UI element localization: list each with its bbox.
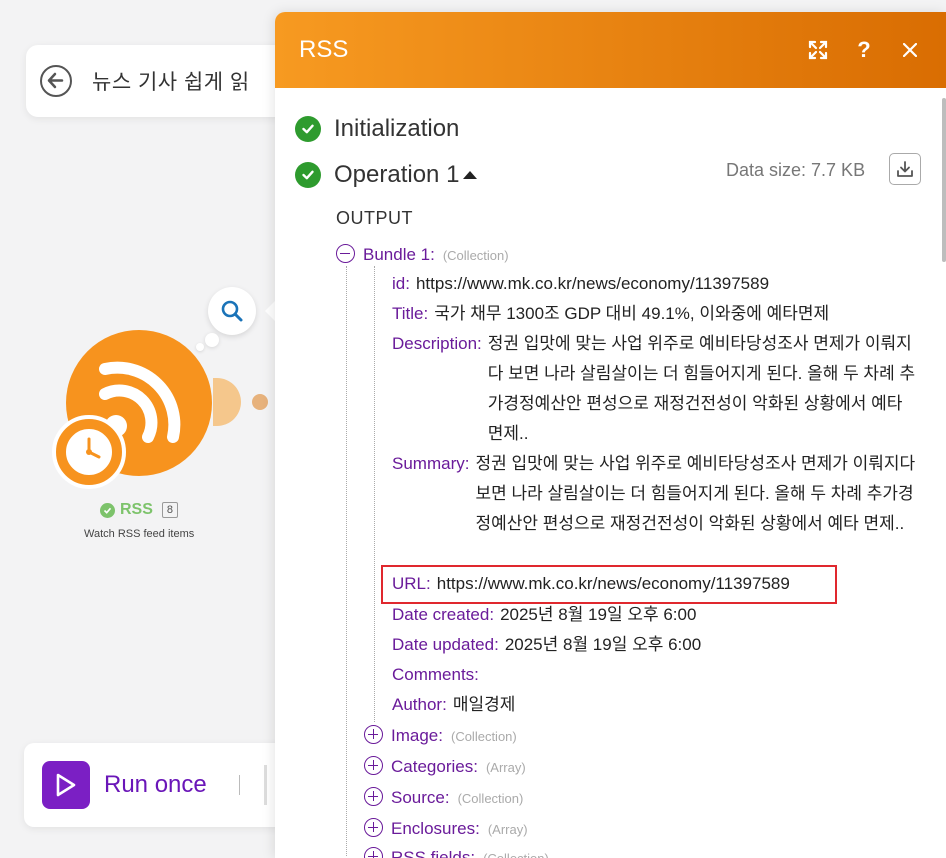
check-icon xyxy=(295,162,321,188)
module-label: RSS 8 xyxy=(100,501,179,519)
run-once-button[interactable] xyxy=(42,761,90,809)
field-description: Description: 정권 입맛에 맞는 사업 위주로 예비타당성조사 면제가… xyxy=(392,334,916,443)
module-connector[interactable] xyxy=(213,378,241,426)
check-icon xyxy=(295,116,321,142)
collapse-icon[interactable] xyxy=(336,244,355,263)
play-icon xyxy=(56,773,76,797)
source-toggle[interactable]: Source: (Collection) xyxy=(364,783,523,814)
module-subtitle: Watch RSS feed items xyxy=(84,528,195,540)
search-icon xyxy=(221,300,243,322)
image-toggle[interactable]: Image: (Collection) xyxy=(364,721,517,752)
bundle-type: (Collection) xyxy=(442,248,509,263)
operation-section[interactable]: Operation 1 xyxy=(295,161,478,189)
operation-label: Operation 1 xyxy=(334,161,460,188)
download-icon xyxy=(897,161,913,177)
tree-guide xyxy=(346,266,347,856)
expand-plus-icon[interactable] xyxy=(364,756,383,775)
panel-title: RSS xyxy=(299,36,349,63)
help-icon[interactable]: ? xyxy=(852,37,876,62)
initialization-label: Initialization xyxy=(334,115,460,142)
scenario-title-bar: 뉴스 기사 쉽게 읽 xyxy=(26,45,316,117)
bundle-toggle[interactable]: Bundle 1: (Collection) xyxy=(336,240,509,271)
categories-toggle[interactable]: Categories: (Array) xyxy=(364,752,526,783)
expand-plus-icon[interactable] xyxy=(364,725,383,744)
field-date-updated: Date updated: 2025년 8월 19일 오후 6:00 xyxy=(392,635,702,654)
field-title: Title: 국가 채무 1300조 GDP 대비 49.1%, 이와중에 예타면… xyxy=(392,304,830,323)
tree-guide xyxy=(374,266,375,722)
close-icon[interactable] xyxy=(898,38,922,62)
module-name: RSS xyxy=(120,501,153,518)
scenario-name[interactable]: 뉴스 기사 쉽게 읽 xyxy=(92,66,250,96)
toolbar-divider xyxy=(263,765,267,805)
run-toolbar: Run once xyxy=(24,743,314,827)
bundle-label: Bundle 1: xyxy=(363,245,435,264)
field-comments: Comments: xyxy=(392,665,479,684)
expand-icon[interactable] xyxy=(806,38,830,62)
module-id-badge: 8 xyxy=(161,502,179,518)
field-date-created: Date created: 2025년 8월 19일 오후 6:00 xyxy=(392,605,697,624)
back-arrow-icon[interactable] xyxy=(40,65,72,97)
expand-plus-icon[interactable] xyxy=(364,787,383,806)
expand-plus-icon[interactable] xyxy=(364,847,383,858)
schedule-clock-icon[interactable] xyxy=(52,415,126,489)
module-connector-dot xyxy=(252,394,268,410)
data-size: Data size: 7.7 KB xyxy=(726,160,866,180)
panel-scrollbar[interactable] xyxy=(942,98,946,262)
run-once-label[interactable]: Run once xyxy=(104,771,207,799)
rss-fields-toggle[interactable]: RSS fields:(Collection) xyxy=(364,843,549,858)
enclosures-toggle[interactable]: Enclosures: (Array) xyxy=(364,814,528,845)
toolbar-divider xyxy=(238,775,240,795)
inspect-bubble[interactable] xyxy=(208,287,256,335)
download-button[interactable] xyxy=(889,153,921,185)
field-id: id: https://www.mk.co.kr/news/economy/113… xyxy=(392,274,770,293)
expand-plus-icon[interactable] xyxy=(364,818,383,837)
field-author: Author: 매일경제 xyxy=(392,695,516,714)
success-check-icon xyxy=(100,502,115,518)
field-summary: Summary: 정권 입맛에 맞는 사업 위주로 예비타당성조사 면제가 이뤄지… xyxy=(392,454,916,533)
output-panel: RSS ? Initialization Operation 1 Data si… xyxy=(275,12,946,858)
initialization-section[interactable]: Initialization xyxy=(295,115,459,143)
url-highlight-box xyxy=(381,565,837,604)
output-label: OUTPUT xyxy=(336,208,413,228)
panel-header: RSS ? xyxy=(275,12,946,88)
caret-up-icon[interactable] xyxy=(463,171,478,179)
